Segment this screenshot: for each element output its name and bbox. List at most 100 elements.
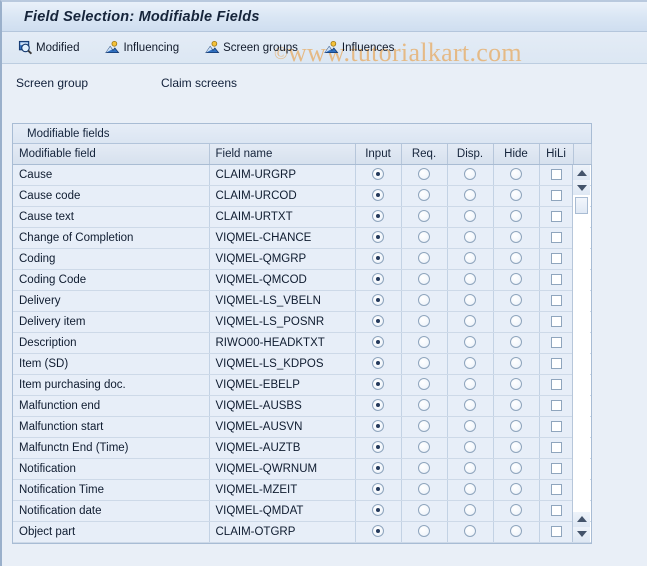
radio-input[interactable] bbox=[372, 252, 384, 265]
table-row[interactable]: Change of Completion VIQMEL-CHANCE bbox=[13, 227, 591, 249]
radio-req[interactable] bbox=[418, 273, 430, 286]
radio-input[interactable] bbox=[372, 294, 384, 307]
radio-input[interactable] bbox=[372, 441, 384, 454]
influences-button[interactable]: Influences bbox=[322, 39, 396, 56]
column-header-field-name[interactable]: Field name bbox=[209, 144, 356, 165]
column-header-input[interactable]: Input bbox=[355, 144, 402, 165]
radio-hide[interactable] bbox=[510, 189, 522, 202]
table-row[interactable]: Coding Code VIQMEL-QMCOD bbox=[13, 269, 591, 291]
radio-input[interactable] bbox=[372, 378, 384, 391]
scrollbar-track[interactable] bbox=[573, 214, 590, 512]
radio-hide[interactable] bbox=[510, 315, 522, 328]
radio-disp[interactable] bbox=[464, 525, 476, 538]
checkbox-hili[interactable] bbox=[550, 357, 562, 369]
radio-disp[interactable] bbox=[464, 462, 476, 475]
radio-disp[interactable] bbox=[464, 336, 476, 349]
radio-req[interactable] bbox=[418, 252, 430, 265]
radio-hide[interactable] bbox=[510, 273, 522, 286]
modified-button[interactable]: Modified bbox=[16, 39, 81, 56]
radio-input[interactable] bbox=[372, 399, 384, 412]
radio-hide[interactable] bbox=[510, 357, 522, 370]
table-row[interactable]: Delivery item VIQMEL-LS_POSNR bbox=[13, 311, 591, 333]
radio-disp[interactable] bbox=[464, 189, 476, 202]
table-row[interactable]: Malfunction end VIQMEL-AUSBS bbox=[13, 395, 591, 417]
radio-hide[interactable] bbox=[510, 504, 522, 517]
radio-req[interactable] bbox=[418, 315, 430, 328]
table-row[interactable]: Description RIWO00-HEADKTXT bbox=[13, 332, 591, 354]
radio-input[interactable] bbox=[372, 315, 384, 328]
table-row[interactable]: Item purchasing doc. VIQMEL-EBELP bbox=[13, 374, 591, 396]
radio-req[interactable] bbox=[418, 420, 430, 433]
radio-disp[interactable] bbox=[464, 420, 476, 433]
radio-disp[interactable] bbox=[464, 210, 476, 223]
radio-input[interactable] bbox=[372, 525, 384, 538]
radio-input[interactable] bbox=[372, 504, 384, 517]
checkbox-hili[interactable] bbox=[550, 504, 562, 516]
radio-input[interactable] bbox=[372, 462, 384, 475]
vertical-scrollbar[interactable] bbox=[572, 165, 590, 542]
radio-hide[interactable] bbox=[510, 210, 522, 223]
radio-req[interactable] bbox=[418, 210, 430, 223]
table-row[interactable]: Item (SD) VIQMEL-LS_KDPOS bbox=[13, 353, 591, 375]
radio-disp[interactable] bbox=[464, 378, 476, 391]
table-row[interactable]: Delivery VIQMEL-LS_VBELN bbox=[13, 290, 591, 312]
radio-disp[interactable] bbox=[464, 168, 476, 181]
radio-disp[interactable] bbox=[464, 294, 476, 307]
radio-req[interactable] bbox=[418, 231, 430, 244]
radio-hide[interactable] bbox=[510, 168, 522, 181]
checkbox-hili[interactable] bbox=[550, 441, 562, 453]
radio-req[interactable] bbox=[418, 357, 430, 370]
radio-input[interactable] bbox=[372, 189, 384, 202]
scroll-down-button[interactable] bbox=[573, 180, 590, 195]
checkbox-hili[interactable] bbox=[550, 189, 562, 201]
radio-req[interactable] bbox=[418, 168, 430, 181]
scroll-page-down-button[interactable] bbox=[573, 526, 590, 542]
checkbox-hili[interactable] bbox=[550, 420, 562, 432]
table-row[interactable]: Malfunction start VIQMEL-AUSVN bbox=[13, 416, 591, 438]
radio-hide[interactable] bbox=[510, 294, 522, 307]
table-row[interactable]: Object part CLAIM-OTGRP bbox=[13, 521, 591, 543]
radio-disp[interactable] bbox=[464, 273, 476, 286]
radio-req[interactable] bbox=[418, 294, 430, 307]
screen-groups-button[interactable]: Screen groups bbox=[203, 39, 300, 56]
radio-input[interactable] bbox=[372, 420, 384, 433]
radio-input[interactable] bbox=[372, 357, 384, 370]
checkbox-hili[interactable] bbox=[550, 399, 562, 411]
column-header-hili[interactable]: HiLi bbox=[539, 144, 574, 165]
table-row[interactable]: Cause CLAIM-URGRP bbox=[13, 164, 591, 186]
scroll-up-button[interactable] bbox=[573, 165, 590, 180]
radio-hide[interactable] bbox=[510, 231, 522, 244]
radio-disp[interactable] bbox=[464, 231, 476, 244]
scroll-page-up-button[interactable] bbox=[573, 511, 590, 527]
radio-req[interactable] bbox=[418, 336, 430, 349]
radio-hide[interactable] bbox=[510, 441, 522, 454]
radio-input[interactable] bbox=[372, 168, 384, 181]
checkbox-hili[interactable] bbox=[550, 483, 562, 495]
radio-input[interactable] bbox=[372, 483, 384, 496]
checkbox-hili[interactable] bbox=[550, 378, 562, 390]
checkbox-hili[interactable] bbox=[550, 462, 562, 474]
radio-disp[interactable] bbox=[464, 504, 476, 517]
radio-input[interactable] bbox=[372, 210, 384, 223]
radio-hide[interactable] bbox=[510, 378, 522, 391]
table-row[interactable]: Coding VIQMEL-QMGRP bbox=[13, 248, 591, 270]
radio-input[interactable] bbox=[372, 336, 384, 349]
radio-req[interactable] bbox=[418, 378, 430, 391]
table-row[interactable]: Malfunctn End (Time) VIQMEL-AUZTB bbox=[13, 437, 591, 459]
radio-hide[interactable] bbox=[510, 399, 522, 412]
column-header-req[interactable]: Req. bbox=[401, 144, 448, 165]
table-row[interactable]: Cause text CLAIM-URTXT bbox=[13, 206, 591, 228]
scrollbar-thumb[interactable] bbox=[575, 197, 588, 214]
radio-input[interactable] bbox=[372, 231, 384, 244]
checkbox-hili[interactable] bbox=[550, 294, 562, 306]
radio-disp[interactable] bbox=[464, 483, 476, 496]
radio-hide[interactable] bbox=[510, 420, 522, 433]
checkbox-hili[interactable] bbox=[550, 231, 562, 243]
radio-input[interactable] bbox=[372, 273, 384, 286]
radio-req[interactable] bbox=[418, 399, 430, 412]
checkbox-hili[interactable] bbox=[550, 210, 562, 222]
radio-req[interactable] bbox=[418, 189, 430, 202]
checkbox-hili[interactable] bbox=[550, 273, 562, 285]
table-row[interactable]: Notification date VIQMEL-QMDAT bbox=[13, 500, 591, 522]
radio-hide[interactable] bbox=[510, 525, 522, 538]
